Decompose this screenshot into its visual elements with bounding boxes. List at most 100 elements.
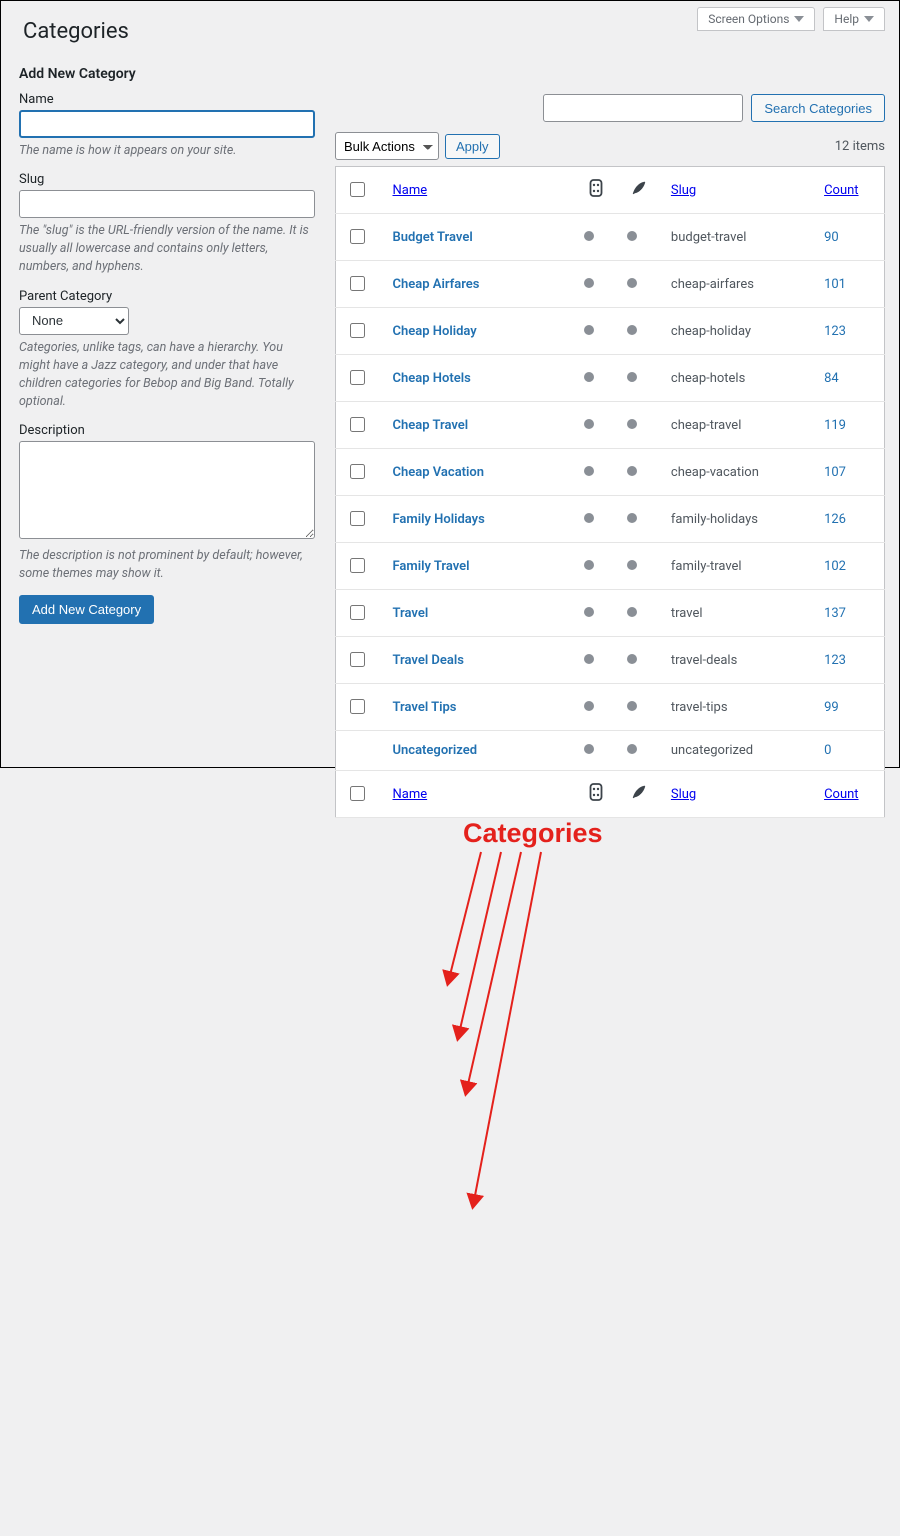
feather-column-icon	[631, 180, 647, 196]
row-checkbox[interactable]	[350, 511, 365, 526]
category-slug: family-travel	[661, 543, 814, 590]
category-name-link[interactable]: Cheap Airfares	[393, 277, 480, 292]
status-dot-icon	[627, 607, 637, 617]
col-name[interactable]: Name	[393, 183, 428, 198]
select-all-checkbox-bottom[interactable]	[350, 786, 365, 801]
table-row: Travel Tipstravel-tips99	[336, 684, 885, 731]
table-row: Uncategorized uncategorized 0	[336, 731, 885, 771]
slug-input[interactable]	[19, 190, 315, 218]
status-dot-icon	[584, 325, 594, 335]
col-slug[interactable]: Slug	[671, 183, 696, 198]
status-dot-icon	[627, 419, 637, 429]
category-count-link[interactable]: 90	[824, 230, 839, 245]
description-column-icon	[589, 783, 603, 801]
row-checkbox[interactable]	[350, 699, 365, 714]
status-dot-icon	[584, 701, 594, 711]
category-slug: uncategorized	[661, 731, 814, 771]
category-count-link[interactable]: 84	[824, 371, 839, 386]
category-name-link[interactable]: Travel	[393, 606, 429, 621]
col-name-bottom[interactable]: Name	[393, 787, 428, 802]
table-row: Family Holidaysfamily-holidays126	[336, 496, 885, 543]
table-row: Traveltravel137	[336, 590, 885, 637]
row-checkbox[interactable]	[350, 605, 365, 620]
table-row: Travel Deals travel-deals 123	[336, 637, 885, 684]
status-dot-icon	[627, 560, 637, 570]
status-dot-icon	[627, 701, 637, 711]
feather-column-icon	[631, 784, 647, 800]
category-count-link[interactable]: 123	[824, 653, 846, 668]
row-checkbox[interactable]	[350, 323, 365, 338]
category-name-link[interactable]: Family Holidays	[393, 512, 485, 527]
status-dot-icon	[584, 231, 594, 241]
apply-button[interactable]: Apply	[445, 134, 500, 159]
help-tab[interactable]: Help	[823, 7, 885, 31]
select-all-checkbox[interactable]	[350, 182, 365, 197]
status-dot-icon	[584, 560, 594, 570]
category-name-link[interactable]: Cheap Hotels	[393, 371, 471, 386]
add-category-button[interactable]: Add New Category	[19, 595, 154, 624]
category-name-link[interactable]: Budget Travel	[393, 230, 473, 245]
status-dot-icon	[627, 372, 637, 382]
category-name-link[interactable]: Travel Deals	[393, 653, 464, 668]
category-name-link[interactable]: Cheap Travel	[393, 418, 469, 433]
search-categories-button[interactable]: Search Categories	[751, 94, 885, 122]
category-name-link[interactable]: Cheap Holiday	[393, 324, 477, 339]
screen-options-tab[interactable]: Screen Options	[697, 7, 815, 31]
parent-label: Parent Category	[19, 289, 315, 304]
status-dot-icon	[627, 466, 637, 476]
category-count-link[interactable]: 123	[824, 324, 846, 339]
items-count: 12 items	[835, 139, 885, 154]
category-count-link[interactable]: 0	[824, 743, 831, 758]
category-name-link[interactable]: Travel Tips	[393, 700, 457, 715]
status-dot-icon	[584, 654, 594, 664]
chevron-down-icon	[864, 16, 874, 22]
description-help: The description is not prominent by defa…	[19, 547, 315, 583]
row-checkbox[interactable]	[350, 417, 365, 432]
category-count-link[interactable]: 107	[824, 465, 846, 480]
table-row: Cheap Hotels cheap-hotels 84	[336, 355, 885, 402]
col-count-bottom[interactable]: Count	[824, 787, 858, 802]
status-dot-icon	[584, 419, 594, 429]
col-count[interactable]: Count	[824, 183, 858, 198]
search-input[interactable]	[543, 94, 743, 122]
category-slug: cheap-hotels	[661, 355, 814, 402]
parent-select[interactable]: None	[19, 307, 129, 335]
status-dot-icon	[627, 325, 637, 335]
status-dot-icon	[584, 278, 594, 288]
category-count-link[interactable]: 126	[824, 512, 846, 527]
row-checkbox[interactable]	[350, 229, 365, 244]
categories-table: Name Slug Count	[335, 166, 885, 818]
row-checkbox[interactable]	[350, 464, 365, 479]
category-count-link[interactable]: 99	[824, 700, 839, 715]
category-count-link[interactable]: 102	[824, 559, 846, 574]
status-dot-icon	[627, 744, 637, 754]
table-row: Cheap Airfarescheap-airfares101	[336, 261, 885, 308]
category-slug: travel-deals	[661, 637, 814, 684]
col-slug-bottom[interactable]: Slug	[671, 787, 696, 802]
name-help: The name is how it appears on your site.	[19, 142, 315, 160]
status-dot-icon	[584, 744, 594, 754]
category-count-link[interactable]: 137	[824, 606, 846, 621]
row-checkbox[interactable]	[350, 558, 365, 573]
category-slug: cheap-vacation	[661, 449, 814, 496]
parent-help: Categories, unlike tags, can have a hier…	[19, 339, 315, 412]
table-row: Cheap Travelcheap-travel119	[336, 402, 885, 449]
category-name-link[interactable]: Cheap Vacation	[393, 465, 485, 480]
row-checkbox[interactable]	[350, 276, 365, 291]
table-row: Cheap Vacation cheap-vacation 107	[336, 449, 885, 496]
annotation-label: Categories	[463, 818, 603, 849]
name-input[interactable]	[19, 110, 315, 138]
category-count-link[interactable]: 101	[824, 277, 846, 292]
category-name-link[interactable]: Uncategorized	[393, 743, 478, 758]
description-label: Description	[19, 423, 315, 438]
row-checkbox[interactable]	[350, 370, 365, 385]
row-checkbox[interactable]	[350, 652, 365, 667]
slug-label: Slug	[19, 172, 315, 187]
description-column-icon	[589, 179, 603, 197]
description-input[interactable]	[19, 441, 315, 539]
bulk-actions-select[interactable]: Bulk Actions	[335, 132, 439, 160]
screen-options-label: Screen Options	[708, 12, 789, 26]
category-count-link[interactable]: 119	[824, 418, 846, 433]
category-name-link[interactable]: Family Travel	[393, 559, 470, 574]
category-slug: cheap-holiday	[661, 308, 814, 355]
